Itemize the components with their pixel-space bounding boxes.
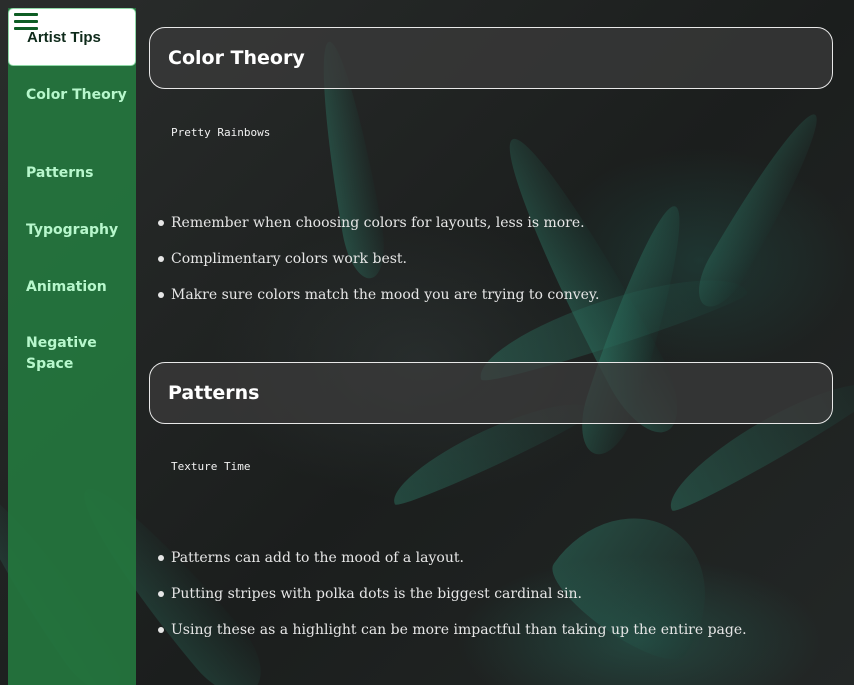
sidebar-item-negative-space[interactable]: Negative Space — [26, 333, 130, 375]
sidebar-item-patterns[interactable]: Patterns — [26, 163, 130, 184]
section-title: Patterns — [168, 382, 260, 404]
section-header-patterns: Patterns — [149, 362, 833, 424]
tip-text: Remember when choosing colors for layout… — [171, 215, 585, 231]
tips-list: Remember when choosing colors for layout… — [157, 214, 599, 322]
sidebar-item-animation[interactable]: Animation — [26, 277, 130, 298]
sidebar-item-typography[interactable]: Typography — [26, 220, 130, 241]
sidebar-item-color-theory[interactable]: Color Theory — [26, 85, 130, 106]
list-item: Complimentary colors work best. — [157, 250, 599, 286]
tip-text: Patterns can add to the mood of a layout… — [171, 550, 464, 566]
list-item: Putting stripes with polka dots is the b… — [157, 585, 747, 621]
sidebar-nav: Artist Tips Color Theory Patterns Typogr… — [8, 8, 136, 685]
bullet-icon — [158, 292, 164, 298]
bullet-icon — [158, 256, 164, 262]
brand-label: Artist Tips — [27, 29, 101, 46]
list-item: Makre sure colors match the mood you are… — [157, 286, 599, 322]
bullet-icon — [158, 627, 164, 633]
bullet-icon — [158, 555, 164, 561]
tip-text: Makre sure colors match the mood you are… — [171, 287, 600, 303]
section-title: Color Theory — [168, 47, 305, 69]
list-item: Remember when choosing colors for layout… — [157, 214, 599, 250]
section-subtitle: Texture Time — [171, 460, 251, 473]
tip-text: Complimentary colors work best. — [171, 251, 407, 267]
brand-tab[interactable]: Artist Tips — [8, 8, 136, 66]
tips-list: Patterns can add to the mood of a layout… — [157, 549, 747, 657]
list-item: Using these as a highlight can be more i… — [157, 621, 747, 657]
tip-text: Putting stripes with polka dots is the b… — [171, 586, 582, 602]
bullet-icon — [158, 591, 164, 597]
list-item: Patterns can add to the mood of a layout… — [157, 549, 747, 585]
section-subtitle: Pretty Rainbows — [171, 126, 271, 139]
bullet-icon — [158, 220, 164, 226]
section-header-color-theory: Color Theory — [149, 27, 833, 89]
tip-text: Using these as a highlight can be more i… — [171, 622, 747, 638]
